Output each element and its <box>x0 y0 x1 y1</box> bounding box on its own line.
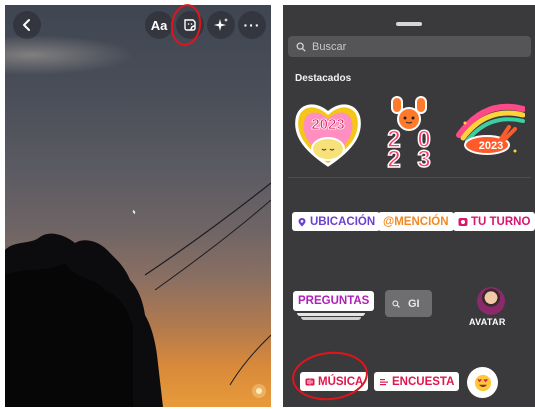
location-sticker-label: UBICACIÓN <box>310 215 376 228</box>
emoji-slider-sticker[interactable] <box>467 367 498 398</box>
back-button[interactable] <box>13 11 41 39</box>
music-sticker-label: MÚSICA <box>318 375 364 388</box>
sunset-scene <box>5 182 271 407</box>
questions-sticker[interactable]: PREGUNTAS <box>293 291 375 311</box>
featured-sticker-3-label: 2023 <box>479 140 503 152</box>
power-line-1 <box>144 182 271 276</box>
moon <box>132 210 136 214</box>
story-camera-preview: Aa ··· <box>5 5 271 407</box>
section-divider <box>288 177 531 178</box>
questions-stack-layer <box>297 313 365 316</box>
power-line-2 <box>154 199 271 291</box>
featured-sticker-1-label: 2023 <box>311 116 344 133</box>
featured-section-title: Destacados <box>295 73 352 84</box>
your-turn-sticker[interactable]: TU TURNO <box>453 212 535 231</box>
featured-sticker-2-digit: 3 <box>417 146 430 169</box>
poll-lines-icon <box>380 378 388 385</box>
sticker-icon <box>184 19 196 31</box>
questions-sticker-label: PREGUNTAS <box>298 295 370 307</box>
heart-eyes-emoji-icon <box>474 374 491 391</box>
avatar-sticker[interactable] <box>477 287 505 315</box>
power-line-3 <box>229 334 271 386</box>
location-pin-icon <box>298 217 306 226</box>
more-button[interactable]: ··· <box>238 11 266 39</box>
avatar-sticker-label: AVATAR <box>469 317 506 327</box>
search-icon <box>392 299 400 308</box>
sparkles-icon <box>214 18 228 31</box>
featured-sticker-running-rabbit[interactable]: 2023 <box>455 95 525 169</box>
gif-sticker-label: GI <box>408 297 420 310</box>
text-tool-button[interactable]: Aa <box>145 11 173 39</box>
gif-sticker[interactable]: GI <box>385 290 432 317</box>
sticker-tray: Destacados 2023 2 0 2 3 <box>283 5 535 407</box>
effects-button[interactable] <box>207 11 235 39</box>
questions-stack-layer <box>301 317 361 320</box>
music-sticker[interactable]: MÚSICA <box>300 372 369 391</box>
search-icon <box>296 42 306 52</box>
street-light-glow <box>252 384 266 398</box>
mention-sticker-label: @MENCIÓN <box>383 215 449 228</box>
location-sticker[interactable]: UBICACIÓN <box>292 212 381 231</box>
featured-sticker-bunny-numbers[interactable]: 2 0 2 3 <box>374 95 444 169</box>
drag-handle[interactable] <box>396 22 422 26</box>
mention-sticker[interactable]: @MENCIÓN <box>378 212 454 231</box>
screenshot-stage: Aa ··· Destacados <box>0 0 535 409</box>
poll-sticker[interactable]: ENCUESTA <box>374 372 460 391</box>
chevron-left-icon <box>23 19 30 31</box>
audio-bars-icon <box>305 378 315 385</box>
search-input[interactable] <box>312 40 512 53</box>
featured-sticker-2-digit: 2 <box>387 146 400 169</box>
sticker-button[interactable] <box>176 11 204 39</box>
sticker-search-bar[interactable] <box>288 36 531 57</box>
poll-sticker-label: ENCUESTA <box>392 375 455 388</box>
your-turn-sticker-label: TU TURNO <box>471 215 531 228</box>
camera-icon <box>458 217 468 226</box>
featured-sticker-heart-bunny[interactable]: 2023 <box>293 95 363 169</box>
